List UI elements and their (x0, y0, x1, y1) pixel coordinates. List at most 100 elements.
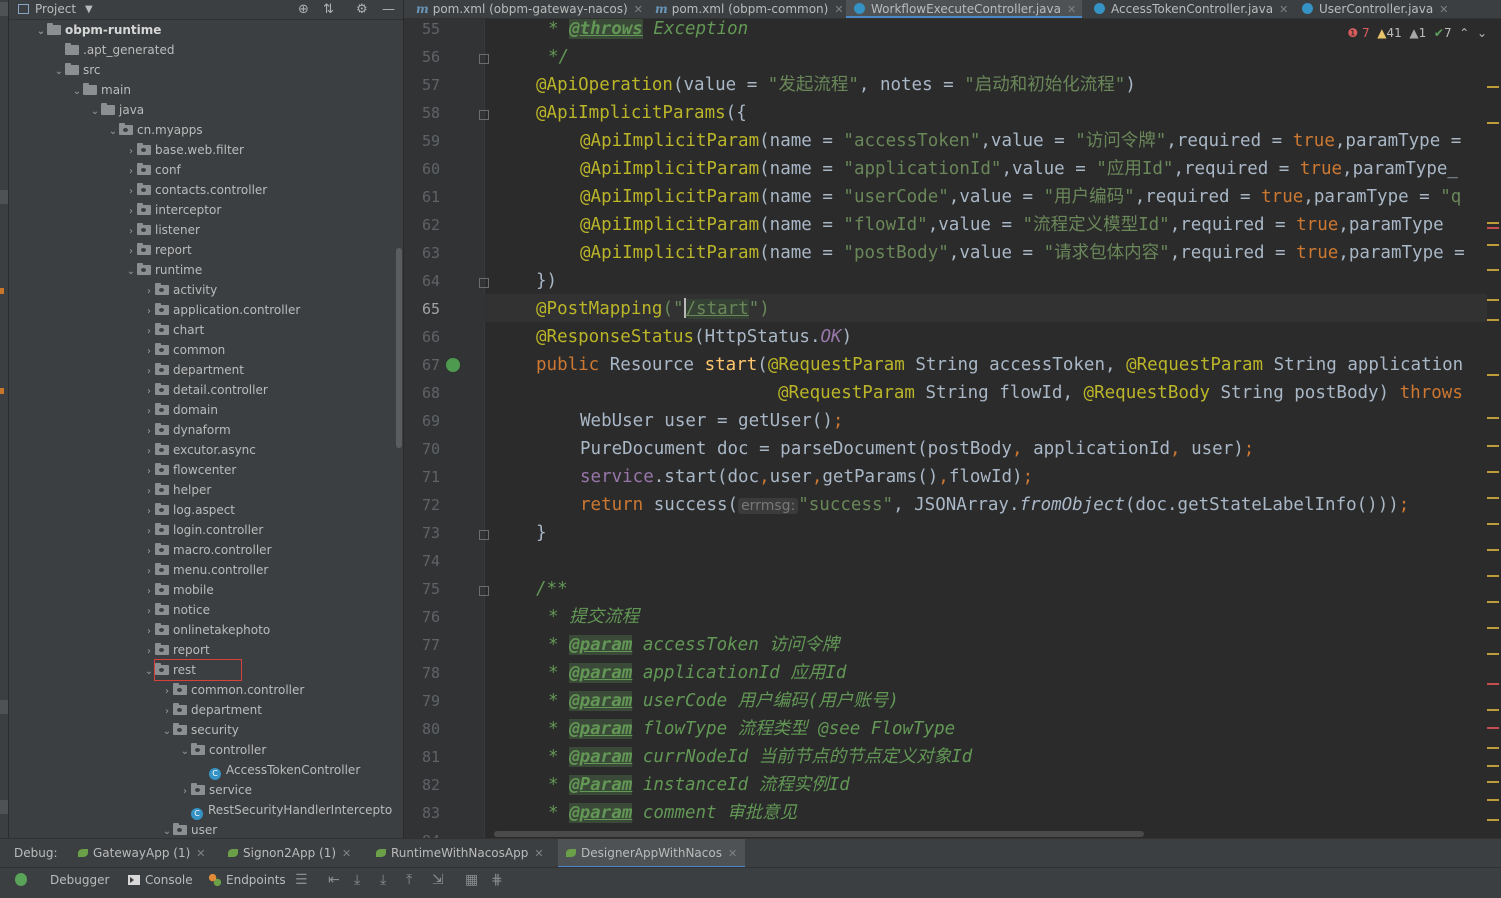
tree-node[interactable]: ⌄ java (89, 100, 144, 120)
editor-tab[interactable]: UserController.java ✕ (1294, 0, 1454, 18)
chevron-right-icon[interactable]: › (143, 622, 155, 642)
close-icon[interactable]: ✕ (1279, 3, 1288, 16)
chevron-down-icon[interactable]: ⌄ (53, 62, 65, 82)
close-icon[interactable]: ✕ (1067, 3, 1076, 16)
chevron-down-icon[interactable]: ⌄ (179, 742, 191, 762)
tree-node[interactable]: › dynaform (143, 420, 231, 440)
tree-node[interactable]: C RestSecurityHandlerIntercepto (179, 800, 392, 820)
tree-node[interactable]: C AccessTokenController (197, 760, 360, 780)
chevron-right-icon[interactable]: › (143, 322, 155, 342)
chevron-down-icon[interactable]: ▼ (85, 0, 93, 19)
endpoints-tab[interactable]: Endpoints (209, 868, 286, 892)
chevron-right-icon[interactable]: › (143, 362, 155, 382)
tree-node[interactable]: › macro.controller (143, 540, 272, 560)
step-out-icon[interactable]: ⤒ (406, 868, 412, 892)
project-toolwindow-button[interactable] (0, 2, 8, 16)
editor-tab[interactable]: WorkflowExecuteController.java ✕ (846, 0, 1083, 18)
chevron-right-icon[interactable]: › (125, 182, 137, 202)
fold-marker-icon[interactable] (479, 54, 489, 64)
tree-node[interactable]: ⌄ runtime (125, 260, 202, 280)
close-icon[interactable]: ✕ (342, 847, 351, 860)
error-stripe[interactable] (1487, 19, 1501, 838)
chevron-right-icon[interactable]: › (143, 382, 155, 402)
tree-node[interactable]: › interceptor (125, 200, 221, 220)
chevron-right-icon[interactable]: › (125, 222, 137, 242)
tree-node[interactable]: ⌄ controller (179, 740, 266, 760)
stripe-marker[interactable] (1487, 497, 1499, 499)
editor-horizontal-scrollbar[interactable] (494, 831, 1144, 837)
chevron-right-icon[interactable]: › (143, 482, 155, 502)
stripe-marker[interactable] (1487, 683, 1499, 685)
stripe-marker[interactable] (1487, 471, 1499, 473)
stripe-marker[interactable] (1487, 819, 1499, 821)
debug-tab-designerappwithnacos[interactable]: DesignerAppWithNacos ✕ (558, 839, 746, 868)
debug-tab-gatewayapp[interactable]: GatewayApp (1) ✕ (78, 839, 205, 868)
stripe-marker[interactable] (1487, 627, 1499, 629)
locate-icon[interactable]: ⊕ (298, 0, 309, 19)
chevron-right-icon[interactable]: › (143, 582, 155, 602)
show-execution-point-icon[interactable]: ⇤ (328, 868, 340, 892)
trace-icon[interactable]: ⋕ (491, 868, 503, 892)
collapse-all-icon[interactable]: ⇅ (323, 0, 334, 19)
tree-node[interactable]: › contacts.controller (125, 180, 267, 200)
fold-marker-icon[interactable] (479, 110, 489, 120)
stripe-marker[interactable] (1487, 709, 1499, 711)
tree-node[interactable]: › domain (143, 400, 218, 420)
tree-node[interactable]: › report (125, 240, 192, 260)
stripe-marker[interactable] (1487, 781, 1499, 783)
commit-toolwindow-button[interactable] (0, 190, 8, 204)
chevron-right-icon[interactable]: › (143, 422, 155, 442)
editor-tab[interactable]: AccessTokenController.java ✕ (1086, 0, 1294, 18)
chevron-down-icon[interactable]: ⌄ (161, 822, 173, 838)
tree-node[interactable]: › onlinetakephoto (143, 620, 270, 640)
tree-node[interactable]: › common.controller (161, 680, 304, 700)
chevron-right-icon[interactable]: › (125, 202, 137, 222)
stripe-marker[interactable] (1487, 575, 1499, 577)
stripe-marker[interactable] (1487, 765, 1499, 767)
gear-icon[interactable]: ⚙ (356, 0, 368, 19)
chevron-right-icon[interactable]: › (143, 522, 155, 542)
tree-node[interactable]: ⌄ src (53, 60, 101, 80)
chevron-down-icon[interactable]: ⌄ (89, 102, 101, 122)
structure-toolwindow-button[interactable] (0, 700, 8, 714)
tree-node[interactable]: › department (143, 360, 244, 380)
tree-node[interactable]: › log.aspect (143, 500, 235, 520)
close-icon[interactable]: ✕ (834, 3, 843, 16)
fold-marker-icon[interactable] (479, 586, 489, 596)
tree-node[interactable]: › conf (125, 160, 181, 180)
stripe-marker[interactable] (1487, 244, 1499, 246)
tree-node[interactable]: › common (143, 340, 225, 360)
chevron-up-icon[interactable]: ⌃ (1455, 26, 1469, 40)
tree-node[interactable]: › login.controller (143, 520, 263, 540)
close-icon[interactable]: ✕ (534, 847, 543, 860)
step-into-icon[interactable]: ⤓ (380, 868, 386, 892)
tree-node[interactable]: › helper (143, 480, 211, 500)
stripe-marker[interactable] (1487, 299, 1499, 301)
tree-node[interactable]: ⌄ security (161, 720, 239, 740)
minimize-icon[interactable]: — (382, 0, 395, 19)
stripe-marker[interactable] (1487, 222, 1499, 224)
project-title[interactable]: Project (35, 0, 76, 19)
chevron-right-icon[interactable]: › (143, 462, 155, 482)
stripe-marker[interactable] (1487, 727, 1499, 729)
debug-tab-runtimewithnacosapp[interactable]: RuntimeWithNacosApp ✕ (376, 839, 544, 868)
tree-node[interactable]: .apt_generated (53, 40, 174, 60)
tree-node[interactable]: ⌄ cn.myapps (107, 120, 203, 140)
chevron-down-icon[interactable]: ⌄ (125, 262, 137, 282)
stripe-marker[interactable] (1487, 549, 1499, 551)
debugger-tab[interactable]: Debugger (50, 868, 109, 892)
tree-node[interactable]: › notice (143, 600, 210, 620)
chevron-right-icon[interactable]: › (143, 502, 155, 522)
tree-node[interactable]: › service (179, 780, 252, 800)
chevron-right-icon[interactable]: › (143, 562, 155, 582)
chevron-down-icon[interactable]: ⌄ (1473, 26, 1487, 40)
step-over-icon[interactable]: ⤓ (354, 868, 360, 892)
tree-node[interactable]: › chart (143, 320, 204, 340)
fold-marker-icon[interactable] (479, 530, 489, 540)
tree-node[interactable]: › flowcenter (143, 460, 236, 480)
chevron-down-icon[interactable]: ⌄ (161, 722, 173, 742)
chevron-right-icon[interactable]: › (125, 142, 137, 162)
chevron-right-icon[interactable]: › (125, 242, 137, 262)
stripe-marker[interactable] (1487, 374, 1499, 376)
chevron-down-icon[interactable]: ⌄ (35, 22, 47, 42)
